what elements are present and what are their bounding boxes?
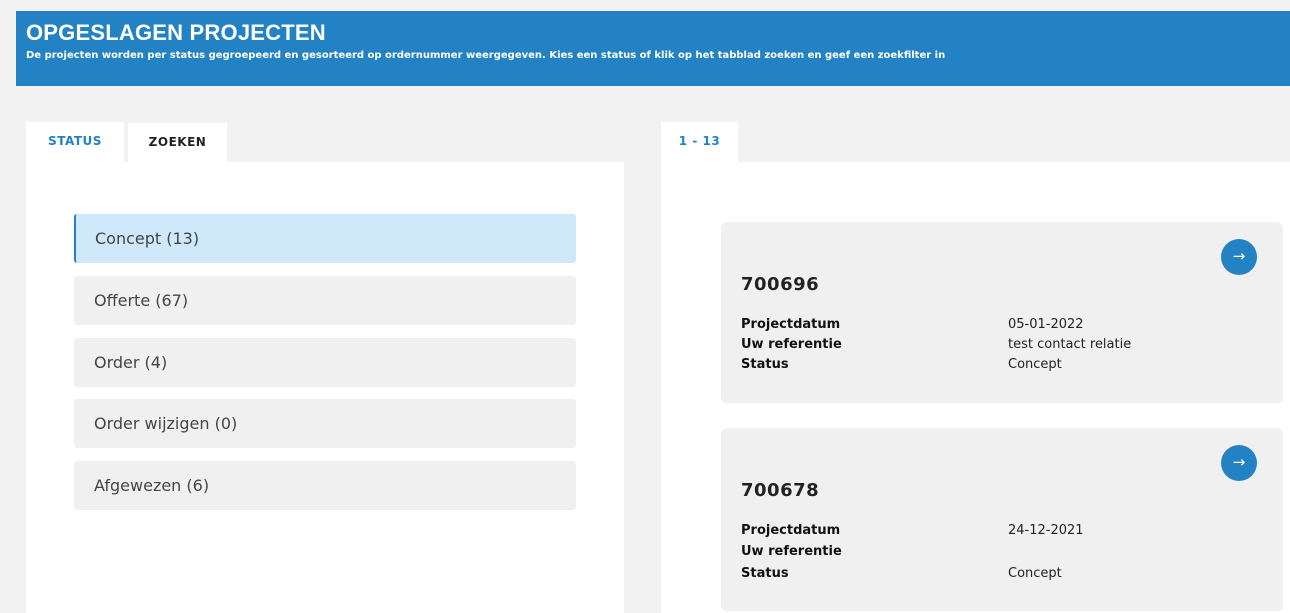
project-card[interactable]: → 700696 Projectdatum 05-01-2022 Uw refe… [721, 222, 1283, 403]
tab-results-range[interactable]: 1 - 13 [661, 122, 738, 162]
arrow-right-icon[interactable]: → [1221, 445, 1257, 481]
referentie-value: test contact relatie [1008, 337, 1132, 352]
status-label: Status [741, 566, 789, 581]
arrow-right-icon[interactable]: → [1221, 239, 1257, 275]
status-value: Concept [1008, 566, 1062, 581]
tab-zoeken[interactable]: ZOEKEN [128, 123, 227, 163]
projectdatum-label: Projectdatum [741, 523, 841, 538]
project-number: 700696 [741, 274, 820, 295]
project-card[interactable]: → 700678 Projectdatum 24-12-2021 Uw refe… [721, 428, 1283, 611]
projectdatum-value: 05-01-2022 [1008, 317, 1084, 332]
status-item-afgewezen[interactable]: Afgewezen (6) [74, 461, 576, 510]
projectdatum-label: Projectdatum [741, 317, 841, 332]
projects-panel: → 700696 Projectdatum 05-01-2022 Uw refe… [661, 162, 1290, 613]
tab-status[interactable]: STATUS [26, 122, 124, 162]
status-item-offerte[interactable]: Offerte (67) [74, 276, 576, 325]
page-header: OPGESLAGEN PROJECTEN De projecten worden… [16, 11, 1290, 86]
status-item-order-wijzigen[interactable]: Order wijzigen (0) [74, 399, 576, 448]
page-subtitle: De projecten worden per status gegroepee… [26, 50, 946, 61]
referentie-label: Uw referentie [741, 337, 842, 352]
status-value: Concept [1008, 357, 1062, 372]
project-number: 700678 [741, 480, 820, 501]
status-panel: Concept (13) Offerte (67) Order (4) Orde… [26, 162, 624, 613]
status-label: Status [741, 357, 789, 372]
referentie-label: Uw referentie [741, 544, 842, 559]
page-title: OPGESLAGEN PROJECTEN [26, 20, 326, 45]
status-item-concept[interactable]: Concept (13) [74, 214, 576, 263]
projectdatum-value: 24-12-2021 [1008, 523, 1084, 538]
status-item-order[interactable]: Order (4) [74, 338, 576, 387]
